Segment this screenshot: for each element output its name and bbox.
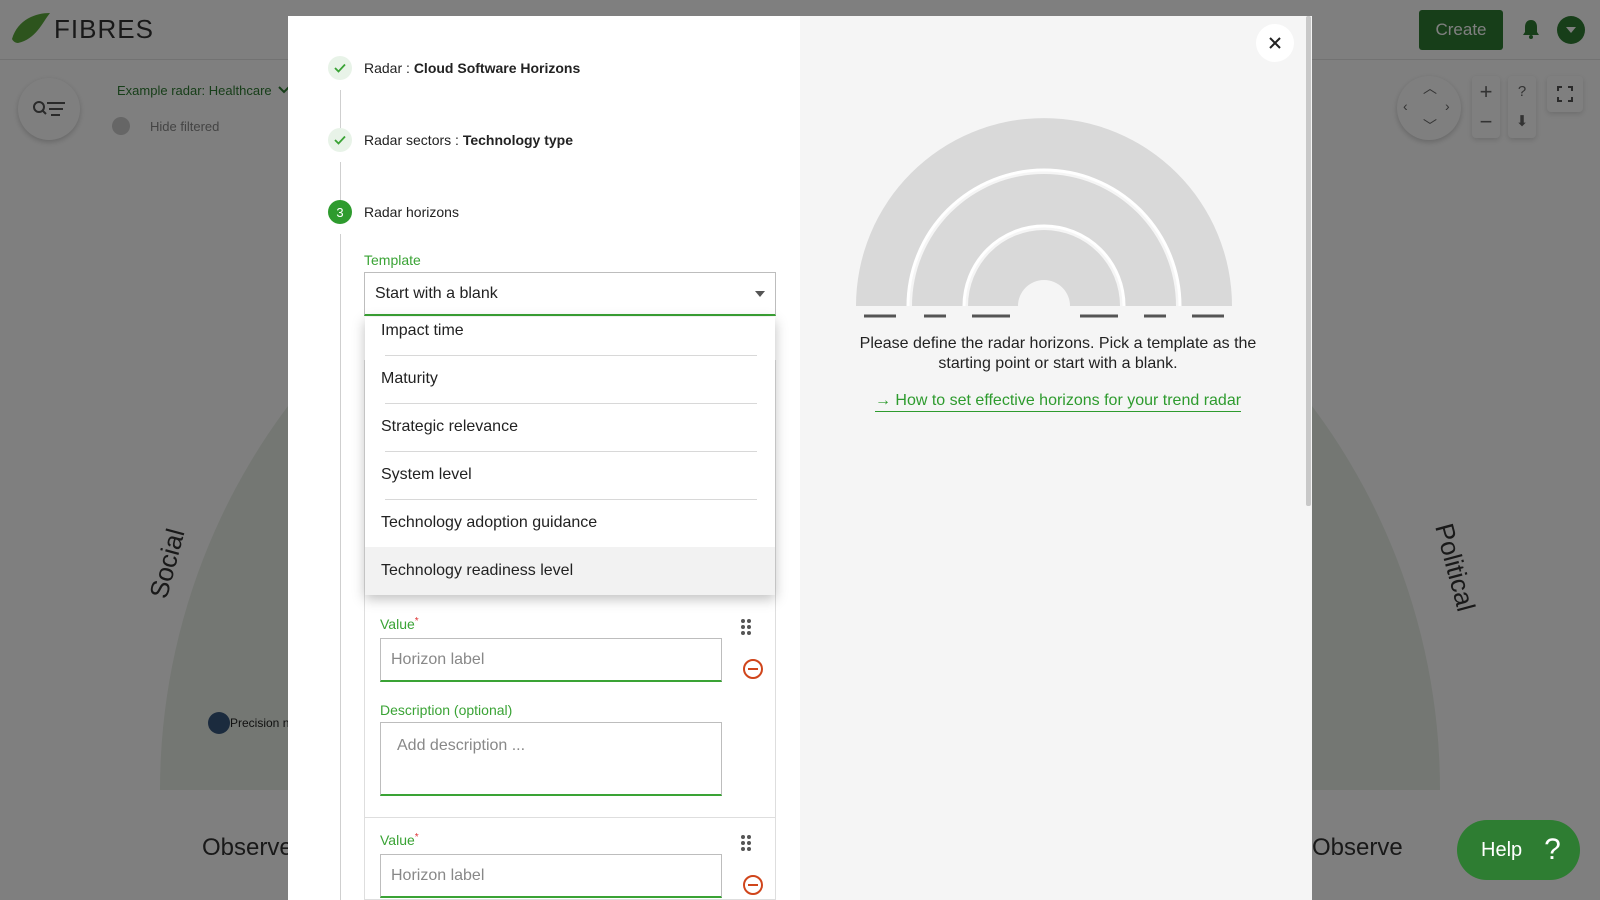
help-button-label: Help [1481,838,1523,861]
template-option[interactable]: Maturity [365,355,775,403]
close-button[interactable] [1256,24,1294,62]
horizon-label-input[interactable]: Horizon label [380,638,722,682]
description-label: Description (optional) [380,702,513,718]
wizard-form: Radar : Cloud Software Horizons Radar se… [288,16,800,900]
step-sectors-value: Technology type [462,132,574,148]
template-selected-value: Start with a blank [375,284,498,302]
step-sectors[interactable]: Radar sectors : Technology type [364,132,573,148]
template-option-highlighted[interactable]: Technology readiness level [365,547,775,595]
step-horizons-label: Radar horizons [364,204,459,220]
row-divider [364,817,776,818]
step-connector [340,90,341,132]
remove-circle-icon[interactable] [742,874,764,896]
value-label: Value* [380,832,419,848]
step-number-badge: 3 [328,200,352,224]
step-radar[interactable]: Radar : Cloud Software Horizons [364,60,580,76]
template-option[interactable]: Technology adoption guidance [365,499,775,547]
step-radar-label: Radar : [364,60,414,76]
horizons-guide-link-text[interactable]: → How to set effective horizons for your… [874,392,1242,412]
horizon-label-input[interactable]: Horizon label [380,854,722,898]
help-button[interactable]: Help ? [1457,820,1580,880]
step-radar-value: Cloud Software Horizons [413,60,581,76]
preview-instructions: Please define the radar horizons. Pick a… [859,335,1257,372]
required-mark: * [414,832,419,843]
horizon-description-input[interactable]: Add description ... [380,722,722,796]
step-connector [340,162,341,204]
remove-circle-icon[interactable] [742,658,764,680]
horizon-preview-graphic [856,118,1232,318]
required-mark: * [414,616,419,627]
template-label: Template [364,252,421,268]
template-select[interactable]: Start with a blank [364,272,776,316]
caret-down-icon [755,291,765,297]
horizons-guide-link[interactable]: → How to set effective horizons for your… [832,392,1284,412]
template-option[interactable]: Impact time [365,317,775,355]
drag-handle-icon[interactable] [740,618,752,636]
close-icon [1269,37,1281,49]
create-radar-modal: Radar : Cloud Software Horizons Radar se… [288,16,1312,900]
scrollbar[interactable] [1306,16,1311,506]
value-label-text: Value [380,616,415,632]
step-connector [340,234,341,900]
drag-handle-icon[interactable] [740,834,752,852]
step-done-check-icon [328,128,352,152]
step-done-check-icon [328,56,352,80]
step-sectors-label: Radar sectors : [364,132,463,148]
template-option[interactable]: Strategic relevance [365,403,775,451]
template-option[interactable]: System level [365,451,775,499]
question-icon: ? [1544,833,1561,866]
value-label-text: Value [380,832,415,848]
template-dropdown-list: Impact time Maturity Strategic relevance… [365,317,775,595]
value-label: Value* [380,616,419,632]
